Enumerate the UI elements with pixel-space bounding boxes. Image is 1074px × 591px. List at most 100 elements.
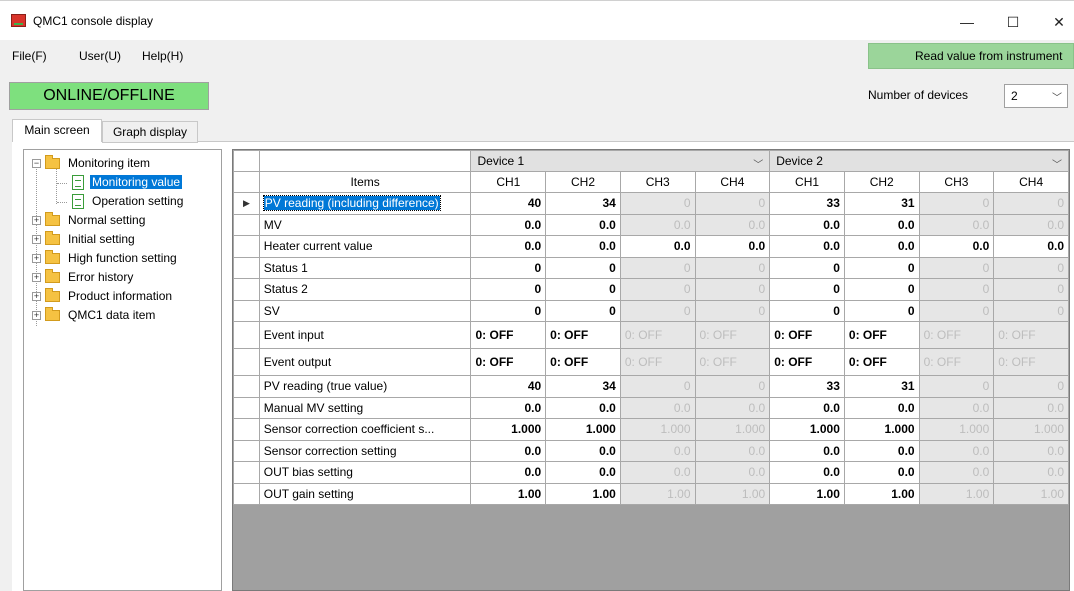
row-label[interactable]: OUT gain setting [258, 482, 472, 505]
table-row[interactable]: Event output 0: OFF 0: OFF 0: OFF 0: OFF 0: O… [233, 348, 1069, 376]
row-label[interactable]: PV reading (including difference) [258, 192, 472, 215]
tree-item-error-history[interactable]: + Error history [32, 269, 222, 287]
cell[interactable]: 0 [843, 278, 920, 301]
cell[interactable]: 1.00 [769, 482, 845, 505]
tab-graph-display[interactable]: Graph display [102, 121, 198, 143]
cell[interactable]: 0 [769, 278, 845, 301]
cell[interactable]: 0.0 [769, 439, 845, 462]
cell[interactable]: 40 [470, 375, 547, 398]
cell[interactable]: 0.0 [843, 396, 920, 419]
close-button[interactable]: ✕ [1036, 7, 1074, 37]
row-label[interactable]: Status 1 [258, 256, 472, 279]
cell[interactable]: 1.000 [470, 418, 547, 441]
cell[interactable]: 0.0 [918, 235, 995, 258]
row-label[interactable]: Heater current value [258, 235, 472, 258]
cell[interactable]: 0.0 [545, 461, 621, 484]
cell[interactable]: 0 [470, 299, 547, 322]
table-row[interactable]: Status 200000000 [233, 278, 1069, 301]
cell[interactable]: 0: OFF [545, 321, 621, 349]
tree-item-normal-setting[interactable]: + Normal setting [32, 212, 222, 230]
row-label[interactable]: MV [258, 213, 472, 236]
cell[interactable]: 0: OFF [769, 348, 845, 376]
expand-icon[interactable]: + [32, 273, 41, 282]
cell[interactable]: 0.0 [470, 235, 547, 258]
cell[interactable]: 0.0 [769, 235, 845, 258]
read-from-instrument-button[interactable]: Read value from instrument [868, 43, 1074, 69]
tab-main-screen[interactable]: Main screen [12, 119, 102, 142]
cell[interactable]: 0 [843, 256, 920, 279]
row-header[interactable] [233, 299, 260, 322]
device2-select[interactable]: Device 2 ﹀ [769, 150, 1069, 172]
table-row[interactable]: PV reading (true value) 40 34 0 0 33 31 0 0 [233, 375, 1069, 398]
table-row[interactable]: OUT bias setting 0.0 0.0 0.0 0.0 0.0 0.0 0.0 0.0 [233, 461, 1069, 484]
cell[interactable]: 33 [769, 375, 845, 398]
table-row[interactable]: ▶ PV reading (including difference) 40 34 0 0… [233, 192, 1069, 215]
cell[interactable]: 0 [769, 256, 845, 279]
cell[interactable]: 0: OFF [470, 321, 547, 349]
cell[interactable]: 0.0 [545, 235, 621, 258]
table-row[interactable]: Manual MV setting 0.0 0.0 0.0 0.0 0.0 0.0 0.0 0.… [233, 396, 1069, 419]
cell[interactable]: 31 [843, 192, 920, 215]
row-header[interactable] [233, 418, 260, 441]
row-header[interactable] [233, 256, 260, 279]
cell[interactable]: 40 [470, 192, 547, 215]
cell[interactable]: 1.000 [769, 418, 845, 441]
cell[interactable]: 0 [545, 299, 621, 322]
expand-icon[interactable]: + [32, 292, 41, 301]
cell[interactable]: 0.0 [843, 439, 920, 462]
tree-item-high-function-setting[interactable]: + High function setting [32, 250, 222, 268]
row-header[interactable] [233, 396, 260, 419]
row-label[interactable]: SV [258, 299, 472, 322]
row-label[interactable]: OUT bias setting [258, 461, 472, 484]
cell[interactable]: 1.000 [843, 418, 920, 441]
menu-user[interactable]: User(U) [79, 49, 121, 63]
cell[interactable]: 0.0 [619, 235, 696, 258]
expand-icon[interactable]: + [32, 235, 41, 244]
row-header[interactable] [233, 278, 260, 301]
cell[interactable]: 0: OFF [470, 348, 547, 376]
tree-item-qmc1-data-item[interactable]: + QMC1 data item [32, 307, 222, 325]
minimize-button[interactable]: — [944, 7, 990, 37]
row-label[interactable]: PV reading (true value) [258, 375, 472, 398]
number-of-devices-select[interactable]: 2 ﹀ [1004, 84, 1068, 108]
tree-item-monitoring-value[interactable]: Monitoring value [32, 174, 222, 192]
menu-help[interactable]: Help(H) [142, 49, 183, 63]
cell[interactable]: 0.0 [993, 235, 1069, 258]
cell[interactable]: 0 [545, 256, 621, 279]
row-header[interactable] [233, 482, 260, 505]
row-header[interactable] [233, 321, 260, 349]
tree-item-monitoring-item[interactable]: − Monitoring item [32, 155, 222, 173]
cell[interactable]: 0 [470, 278, 547, 301]
tree-item-product-information[interactable]: + Product information [32, 288, 222, 306]
cell[interactable]: 0.0 [545, 396, 621, 419]
cell[interactable]: 0.0 [843, 461, 920, 484]
cell[interactable]: 33 [769, 192, 845, 215]
row-header[interactable] [233, 348, 260, 376]
cell[interactable]: 0.0 [470, 213, 547, 236]
cell[interactable]: 0.0 [769, 461, 845, 484]
expand-icon[interactable]: + [32, 216, 41, 225]
cell[interactable]: 0: OFF [769, 321, 845, 349]
row-header[interactable] [233, 439, 260, 462]
table-row[interactable]: Event input 0: OFF 0: OFF 0: OFF 0: OFF 0: OF… [233, 321, 1069, 349]
row-header[interactable]: ▶ [233, 192, 260, 215]
row-label[interactable]: Event output [258, 348, 472, 376]
cell[interactable]: 0.0 [694, 235, 771, 258]
row-label[interactable]: Sensor correction setting [258, 439, 472, 462]
cell[interactable]: 0.0 [545, 439, 621, 462]
row-header[interactable] [233, 375, 260, 398]
cell[interactable]: 0: OFF [843, 348, 920, 376]
cell[interactable]: 0.0 [769, 213, 845, 236]
table-row[interactable]: Heater current value 0.0 0.0 0.0 0.0 0.0 0.0 0.… [233, 235, 1069, 258]
cell[interactable]: 0.0 [843, 235, 920, 258]
cell[interactable]: 0.0 [545, 213, 621, 236]
collapse-icon[interactable]: − [32, 159, 41, 168]
cell[interactable]: 0: OFF [843, 321, 920, 349]
table-row[interactable]: Status 100000000 [233, 256, 1069, 279]
row-label[interactable]: Event input [258, 321, 472, 349]
expand-icon[interactable]: + [32, 311, 41, 320]
row-header[interactable] [233, 213, 260, 236]
cell[interactable]: 0 [470, 256, 547, 279]
menu-file[interactable]: File(F) [12, 49, 47, 63]
cell[interactable]: 0 [843, 299, 920, 322]
